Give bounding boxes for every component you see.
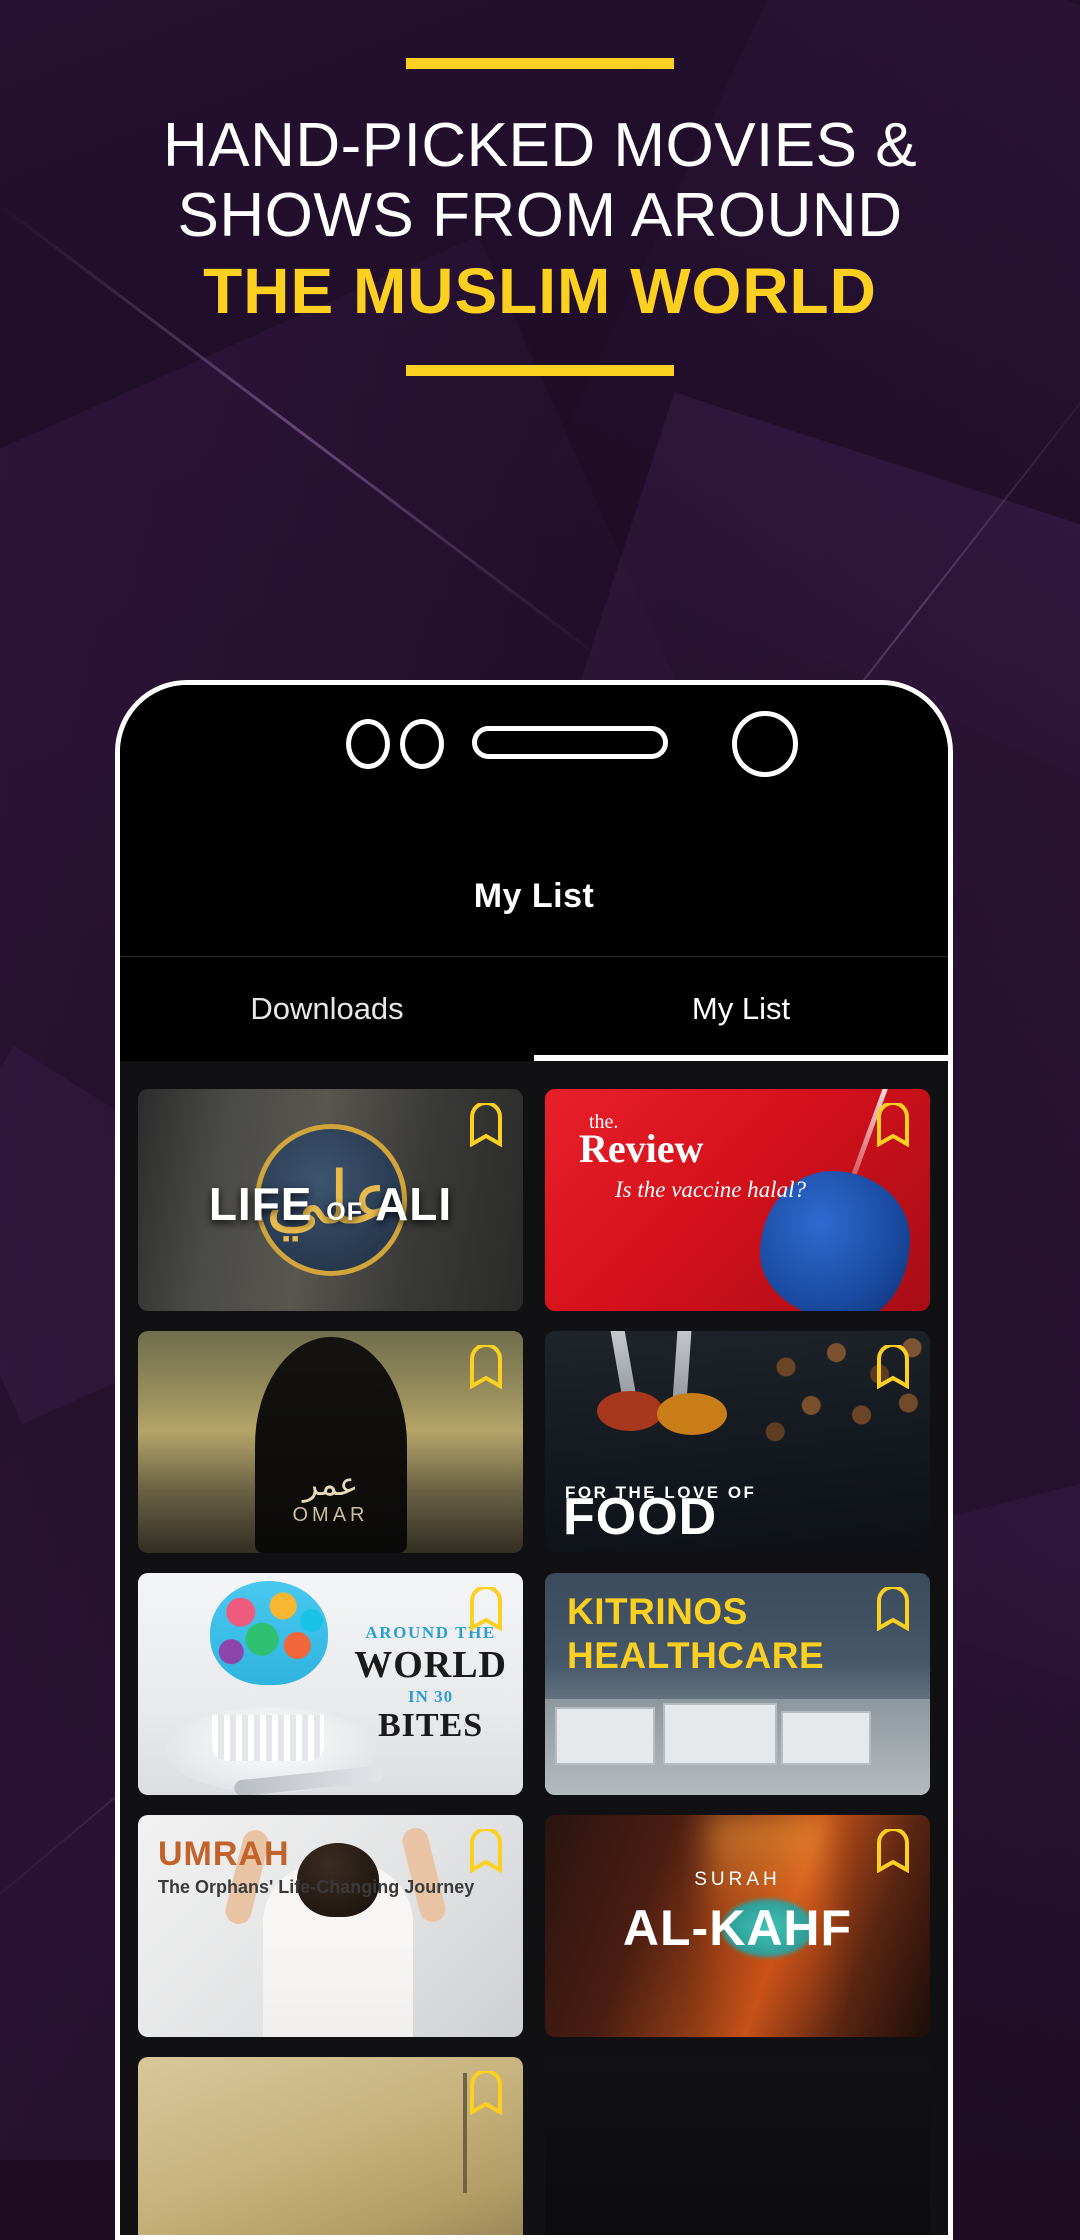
card-artwork-for-the-love-of-food: FOR THE LOVE OF FOOD — [545, 1331, 930, 1553]
earpiece-speaker-icon — [472, 726, 668, 759]
card-title-food: FOOD — [563, 1488, 718, 1546]
ali-title-part1: LIFE — [208, 1178, 313, 1231]
world-line-4: BITES — [378, 1707, 484, 1744]
card-subtitle-umrah: The Orphans' Life-Changing Journey — [158, 1877, 475, 1897]
list-item[interactable]: the. Review Is the vaccine halal? — [545, 1089, 930, 1311]
camera-lens-icon-left — [346, 719, 390, 769]
card-title-around-the-world: AROUND THE WORLD IN 30 BITES — [354, 1623, 507, 1745]
shelter-1 — [555, 1707, 655, 1765]
phone-mockup: My List Downloads My List علي LIFE OF AL… — [115, 680, 953, 2240]
bookmark-icon[interactable] — [876, 1103, 910, 1147]
list-item[interactable]: UMRAH The Orphans' Life-Changing Journey — [138, 1815, 523, 2037]
omar-latin-title: OMAR — [292, 1504, 369, 1526]
headline-line-1: HAND-PICKED MOVIES & — [162, 111, 918, 180]
card-artwork-life-of-ali: علي LIFE OF ALI — [138, 1089, 523, 1311]
list-item[interactable]: SURAH AL-KAHF — [545, 1815, 930, 2037]
card-kicker-al-kahf: SURAH — [694, 1869, 781, 1890]
world-line-3: IN 30 — [408, 1687, 454, 1706]
bookmark-icon[interactable] — [469, 1587, 503, 1631]
card-title-kitrinos-line1: KITRINOS — [567, 1591, 748, 1632]
headline-rule-bottom — [406, 365, 674, 377]
tab-my-list[interactable]: My List — [534, 957, 948, 1061]
card-artwork-partial-right — [545, 2057, 930, 2235]
phone-top-bezel — [120, 685, 948, 833]
bookmark-icon[interactable] — [469, 1345, 503, 1389]
card-title-umrah: UMRAH — [158, 1835, 290, 1873]
tab-downloads-label: Downloads — [250, 991, 404, 1026]
bookmark-icon[interactable] — [469, 1829, 503, 1873]
omar-arabic-title: عمر — [302, 1465, 359, 1503]
card-artwork-umrah: UMRAH The Orphans' Life-Changing Journey — [138, 1815, 523, 2037]
promo-headline-block: HAND-PICKED MOVIES & SHOWS FROM AROUND T… — [0, 0, 1080, 377]
card-artwork-kitrinos-healthcare: KITRINOS HEALTHCARE — [545, 1573, 930, 1795]
card-subtitle-the-review: Is the vaccine halal? — [615, 1177, 806, 1202]
list-item[interactable]: KITRINOS HEALTHCARE — [545, 1573, 930, 1795]
my-list-grid: علي LIFE OF ALI the. Review Is the vacci… — [120, 1061, 948, 2235]
bookmark-icon[interactable] — [469, 2071, 503, 2115]
card-title-the-review: Review — [579, 1126, 704, 1171]
spice-mound-1 — [597, 1391, 663, 1431]
phone-screen: My List Downloads My List علي LIFE OF AL… — [120, 833, 948, 2235]
tab-downloads[interactable]: Downloads — [120, 957, 534, 1061]
ali-title-of: OF — [326, 1198, 363, 1227]
plant-stem — [463, 2073, 467, 2193]
headline-rule-top — [406, 58, 674, 69]
bookmark-icon[interactable] — [876, 1345, 910, 1389]
headline-accent-line: THE MUSLIM WORLD — [203, 255, 877, 328]
list-item[interactable] — [138, 2057, 523, 2235]
headline-line-2: SHOWS FROM AROUND — [177, 181, 903, 251]
tab-bar: Downloads My List — [120, 957, 948, 1061]
list-item[interactable]: علي LIFE OF ALI — [138, 1089, 523, 1311]
card-title-kitrinos-line2: HEALTHCARE — [567, 1635, 825, 1676]
front-camera-icon — [732, 711, 798, 777]
bookmark-icon[interactable] — [876, 1829, 910, 1873]
card-artwork-around-the-world: AROUND THE WORLD IN 30 BITES — [138, 1573, 523, 1795]
list-item[interactable] — [545, 2057, 930, 2235]
bookmark-icon[interactable] — [469, 1103, 503, 1147]
list-item[interactable]: AROUND THE WORLD IN 30 BITES — [138, 1573, 523, 1795]
shelter-2 — [663, 1703, 777, 1765]
world-line-2: WORLD — [354, 1644, 507, 1686]
card-title-life-of-ali: LIFE OF ALI — [138, 1177, 523, 1231]
shelter-3 — [781, 1711, 871, 1765]
cupcake-wrapper — [212, 1715, 324, 1761]
list-item[interactable]: FOR THE LOVE OF FOOD — [545, 1331, 930, 1553]
page-title: My List — [473, 877, 595, 915]
globe-icon — [210, 1581, 328, 1685]
card-title-al-kahf: AL-KAHF — [622, 1900, 853, 1956]
tab-my-list-label: My List — [691, 991, 791, 1026]
camera-lens-icon-right — [400, 719, 444, 769]
list-item[interactable]: عمر OMAR — [138, 1331, 523, 1553]
ali-title-part2: ALI — [375, 1178, 453, 1231]
card-artwork-surah-al-kahf: SURAH AL-KAHF — [545, 1815, 930, 2037]
card-artwork-partial-left — [138, 2057, 523, 2235]
card-artwork-omar: عمر OMAR — [138, 1331, 523, 1553]
spice-mound-2 — [657, 1393, 727, 1435]
card-title-omar: عمر OMAR — [293, 1468, 369, 1527]
card-artwork-the-review: the. Review Is the vaccine halal? — [545, 1089, 930, 1311]
bookmark-icon[interactable] — [876, 1587, 910, 1631]
